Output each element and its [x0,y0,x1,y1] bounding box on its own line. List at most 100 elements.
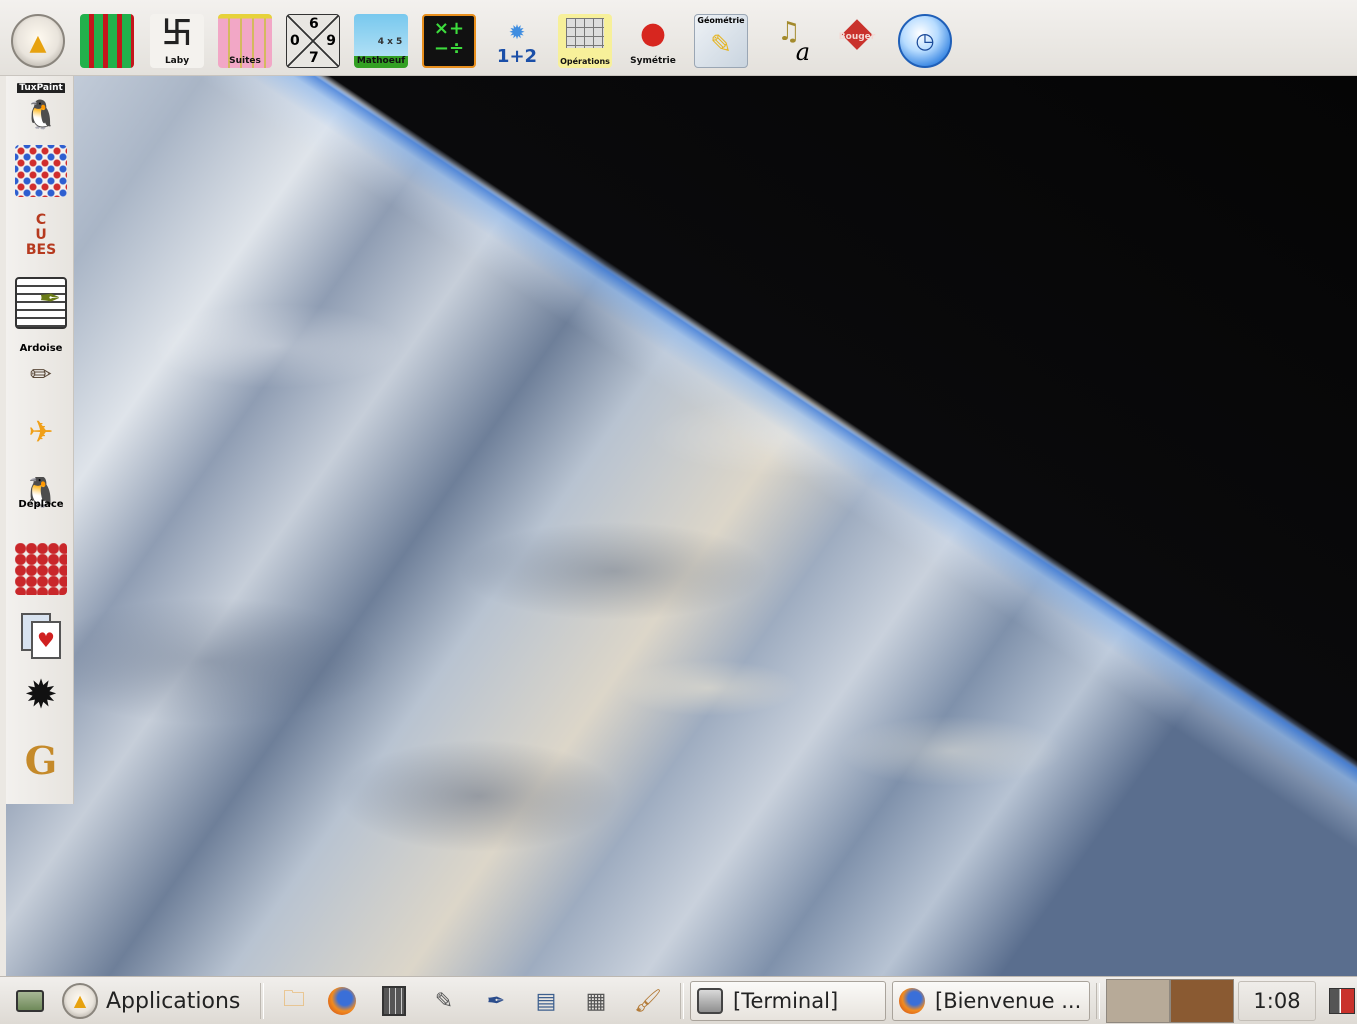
bouger-launcher[interactable]: ◆ Bouger [828,12,886,70]
ladybug-icon: ● Symétrie [630,16,676,67]
number-square-launcher[interactable]: 6 0 9 7 [284,12,342,70]
labyrinth-icon: 卐 Laby [150,14,204,68]
mathoeuf-egg-text: 4 x 5 [377,37,403,47]
mines-launcher[interactable]: ✹ [12,672,70,730]
task-terminal[interactable]: [Terminal] [690,981,886,1021]
presentation-icon: ▦ [585,988,607,1014]
mathoeuf-launcher[interactable]: 4 x 5 Mathoeuf [352,12,410,70]
bottom-taskbar: ▲ Applications 🗀 ✎ ✒ ▤ ▦ 🖌 [Terminal] [B… [0,976,1357,1024]
ardoise-caption: Ardoise [19,343,63,354]
text-editor-launcher[interactable]: ✒ [12,274,70,332]
logout-button[interactable] [1326,985,1357,1017]
suites-launcher[interactable]: Suites [216,12,274,70]
firefox-launcher[interactable] [326,985,358,1017]
letter-blocks-icon: C U BES [25,212,57,258]
arithmetic-operators-launcher[interactable]: ×+ −÷ [420,12,478,70]
calculator-launcher[interactable] [378,985,410,1017]
firefox-icon [328,987,356,1015]
one-plus-two-text: 1+2 [496,46,538,67]
logout-icon [1329,988,1355,1014]
colored-dots-launcher[interactable] [12,142,70,200]
task-terminal-label: [Terminal] [733,989,839,1013]
cubes-launcher[interactable]: C U BES [12,208,70,266]
tux-paint-icon: TuxPaint 🐧 [17,83,65,131]
laby-launcher[interactable]: 卐 Laby [148,12,206,70]
airplane-icon: ✈ [28,415,54,450]
number-bottom: 7 [309,50,319,66]
laby-caption: Laby [164,56,190,66]
number-right: 9 [326,33,336,49]
egg-math-icon: 4 x 5 Mathoeuf [354,14,408,68]
gnome-foot-icon: ▲ [62,983,98,1019]
workspace-2[interactable] [1170,979,1234,1023]
desktop-wallpaper [6,76,1357,976]
geometrie-launcher[interactable]: Géométrie ✎ [692,12,750,70]
operators-icon: ×+ −÷ [422,14,476,68]
maze-letter-icon: G [24,741,58,783]
suites-caption: Suites [229,56,261,66]
gnome-foot-icon: ▲ [11,14,65,68]
terminal-icon [697,988,723,1014]
number-left: 0 [290,33,300,49]
number-cross-icon: 6 0 9 7 [286,14,340,68]
file-cabinet-launcher[interactable]: ▤ [530,985,562,1017]
bouger-caption: Bouger [838,32,876,42]
clock-launcher[interactable]: ◷ [896,12,954,70]
geometry-pencil-icon: Géométrie ✎ [694,14,748,68]
flame-sum-icon: ✹ 1+2 [496,20,538,67]
operations-launcher[interactable]: Opérations [556,12,614,70]
clock-time: 1:08 [1253,989,1301,1013]
text-editor-quick-launcher[interactable]: ✎ [428,985,460,1017]
writer-launcher[interactable]: ✒ [480,985,512,1017]
tuxpaint-launcher[interactable]: TuxPaint 🐧 [12,80,70,138]
left-launcher-panel: TuxPaint 🐧 C U BES ✒ Ardoise ✏ ✈ 🐧 Déplace [6,76,74,804]
balls-pyramid-launcher[interactable] [12,540,70,598]
pen-icon: ✒ [486,988,506,1014]
task-bienvenue-label: [Bienvenue ... [935,989,1082,1013]
mathoeuf-caption: Mathoeuf [354,56,408,68]
green-maze-icon [80,14,134,68]
clock[interactable]: 1:08 [1238,981,1316,1021]
firefox-icon [899,988,925,1014]
show-desktop-button[interactable] [14,985,46,1017]
operations-grid [566,18,604,48]
gnome-foot-launcher[interactable]: ▲ [9,12,67,70]
red-gem-icon: ◆ Bouger [830,14,884,68]
writing-icon: ✎ [434,988,454,1014]
taskbar-separator [680,983,684,1019]
tux-move-icon: 🐧 Déplace [15,477,67,529]
dot-grid-icon [15,145,67,197]
maze-g-launcher[interactable]: G [12,738,70,796]
taskbar-separator [260,983,264,1019]
music-letter: a [795,38,810,66]
task-bienvenue[interactable]: [Bienvenue ... [892,981,1090,1021]
taskbar-separator [1096,983,1100,1019]
operations-caption: Opérations [560,57,610,66]
ardoise-launcher[interactable]: Ardoise ✏ [12,340,70,398]
one-plus-two-launcher[interactable]: ✹ 1+2 [488,12,546,70]
music-notes-launcher[interactable]: ♫ a [760,12,818,70]
applications-menu[interactable]: ▲ Applications [62,983,240,1019]
calculator-icon [382,986,406,1016]
blue-clock-icon: ◷ [898,14,952,68]
deplace-launcher[interactable]: 🐧 Déplace [12,474,70,532]
presentation-launcher[interactable]: ▦ [580,985,612,1017]
tuxpaint-caption: TuxPaint [17,83,65,93]
maze-game-launcher[interactable] [78,12,136,70]
applications-label: Applications [106,988,241,1014]
geometrie-caption: Géométrie [697,16,745,25]
paint-brush-icon: 🖌 [634,988,662,1014]
file-cabinet-icon: ▤ [535,988,557,1014]
balls-pyramid-icon [15,543,67,595]
symetrie-launcher[interactable]: ● Symétrie [624,12,682,70]
symetrie-caption: Symétrie [630,56,676,66]
slate-pencil-icon: Ardoise ✏ [19,343,63,390]
number-top: 6 [309,16,319,32]
home-folder-icon: 🗀 [282,987,305,1012]
airplane-launcher[interactable]: ✈ [12,406,70,464]
deplace-caption: Déplace [18,499,64,510]
paint-launcher[interactable]: 🖌 [632,985,664,1017]
workspace-1[interactable] [1106,979,1170,1023]
cards-launcher[interactable]: ♥ [12,606,70,664]
home-folder-launcher[interactable]: 🗀 [278,985,310,1017]
